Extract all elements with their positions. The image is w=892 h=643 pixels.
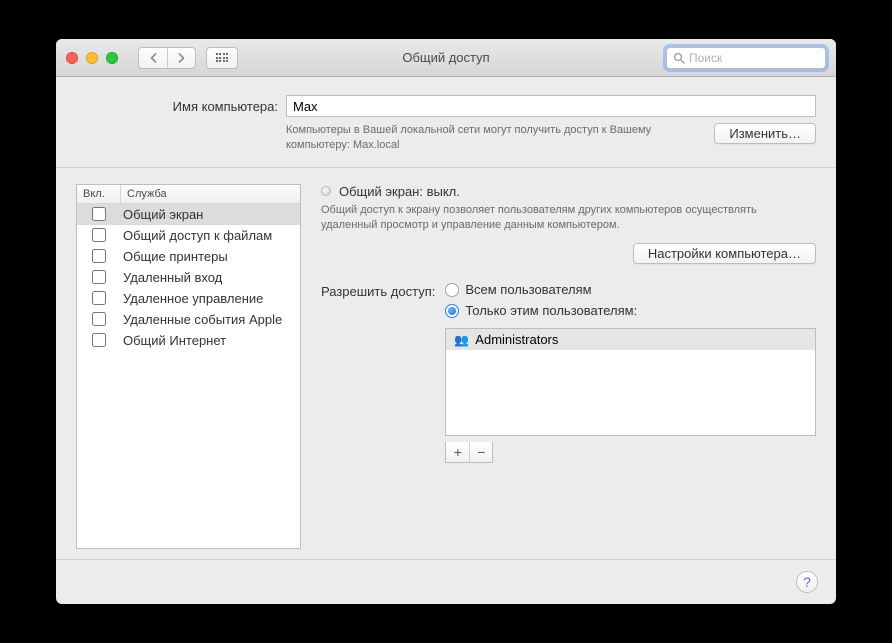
nav-buttons [138, 47, 196, 69]
services-header: Вкл. Служба [77, 185, 300, 204]
search-icon [673, 52, 685, 64]
service-label: Общие принтеры [121, 249, 300, 264]
service-checkbox[interactable] [92, 270, 106, 284]
service-row[interactable]: Общий доступ к файлам [77, 225, 300, 246]
access-section: Разрешить доступ: Всем пользователям Тол… [321, 282, 816, 463]
services-list[interactable]: Вкл. Служба Общий экран Общий доступ к фа… [76, 184, 301, 549]
service-label: Общий Интернет [121, 333, 300, 348]
computer-name-section: Имя компьютера: Компьютеры в Вашей локал… [56, 77, 836, 168]
titlebar: Общий доступ [56, 39, 836, 77]
grid-icon [216, 53, 229, 62]
radio-all-users[interactable]: Всем пользователям [445, 282, 816, 297]
help-button[interactable]: ? [796, 571, 818, 593]
edit-button[interactable]: Изменить… [714, 123, 816, 144]
chevron-left-icon [149, 53, 158, 63]
service-checkbox[interactable] [92, 291, 106, 305]
service-label: Удаленные события Apple [121, 312, 300, 327]
forward-button[interactable] [167, 48, 195, 68]
computer-name-label: Имя компьютера: [76, 99, 278, 114]
service-label: Общий экран [121, 207, 300, 222]
service-row[interactable]: Удаленные события Apple [77, 309, 300, 330]
computer-name-input[interactable] [286, 95, 816, 117]
service-row[interactable]: Удаленное управление [77, 288, 300, 309]
header-on[interactable]: Вкл. [77, 185, 121, 203]
computer-settings-button[interactable]: Настройки компьютера… [633, 243, 816, 264]
radio-icon [445, 283, 459, 297]
service-label: Общий доступ к файлам [121, 228, 300, 243]
radio-all-label: Всем пользователям [465, 282, 591, 297]
service-checkbox[interactable] [92, 333, 106, 347]
service-checkbox[interactable] [92, 312, 106, 326]
user-row[interactable]: 👥 Administrators [446, 329, 815, 350]
service-description: Общий доступ к экрану позволяет пользова… [321, 203, 816, 234]
add-remove-buttons: + − [445, 442, 493, 463]
service-row[interactable]: Общие принтеры [77, 246, 300, 267]
minimize-window-button[interactable] [86, 52, 98, 64]
service-checkbox[interactable] [92, 207, 106, 221]
service-row[interactable]: Удаленный вход [77, 267, 300, 288]
status-indicator-icon [321, 186, 331, 196]
chevron-right-icon [177, 53, 186, 63]
users-list[interactable]: 👥 Administrators [445, 328, 816, 436]
main-section: Вкл. Служба Общий экран Общий доступ к фа… [56, 168, 836, 560]
preferences-window: Общий доступ Имя компьютера: Компьютеры … [56, 39, 836, 604]
service-label: Удаленное управление [121, 291, 300, 306]
detail-panel: Общий экран: выкл. Общий доступ к экрану… [321, 184, 816, 549]
traffic-lights [66, 52, 118, 64]
search-input[interactable] [689, 51, 836, 65]
service-label: Удаленный вход [121, 270, 300, 285]
radio-icon [445, 304, 459, 318]
show-all-button[interactable] [206, 47, 238, 69]
content-area: Имя компьютера: Компьютеры в Вашей локал… [56, 77, 836, 604]
header-service[interactable]: Служба [121, 185, 300, 203]
service-checkbox[interactable] [92, 228, 106, 242]
zoom-window-button[interactable] [106, 52, 118, 64]
service-row[interactable]: Общий Интернет [77, 330, 300, 351]
user-name: Administrators [475, 332, 558, 347]
radio-only-label: Только этим пользователям: [465, 303, 637, 318]
add-user-button[interactable]: + [446, 442, 469, 462]
remove-user-button[interactable]: − [469, 442, 492, 462]
footer: ? [56, 560, 836, 604]
back-button[interactable] [139, 48, 167, 68]
users-icon: 👥 [454, 333, 469, 347]
services-panel: Вкл. Служба Общий экран Общий доступ к фа… [76, 184, 301, 549]
service-row[interactable]: Общий экран [77, 204, 300, 225]
radio-only-users[interactable]: Только этим пользователям: [445, 303, 816, 318]
computer-name-hint: Компьютеры в Вашей локальной сети могут … [286, 123, 714, 153]
close-window-button[interactable] [66, 52, 78, 64]
status-text: Общий экран: выкл. [339, 184, 460, 199]
search-field[interactable] [666, 47, 826, 69]
access-label: Разрешить доступ: [321, 282, 435, 299]
service-checkbox[interactable] [92, 249, 106, 263]
